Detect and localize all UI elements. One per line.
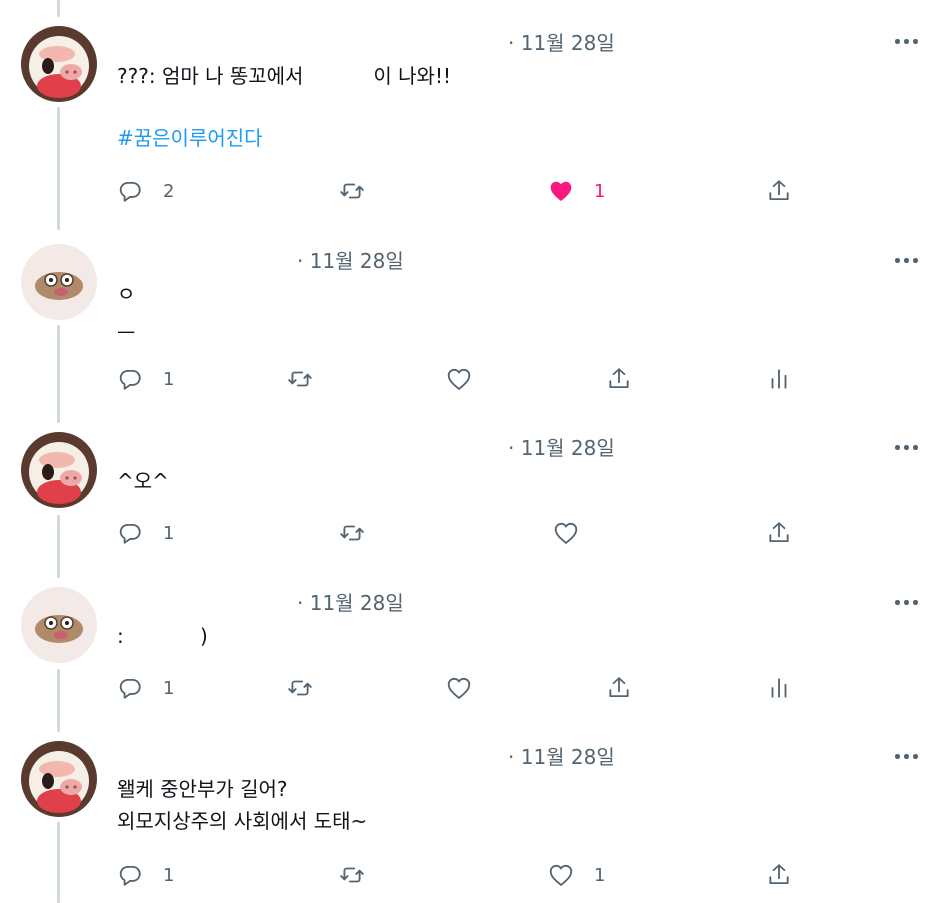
avatar[interactable] <box>21 741 97 817</box>
analytics-button[interactable] <box>766 673 792 703</box>
analytics-icon <box>771 678 787 698</box>
like-button[interactable]: 1 <box>548 176 605 206</box>
like-icon <box>447 368 471 391</box>
avatar[interactable] <box>21 432 97 508</box>
tweet-text: 외모지상주의 사회에서 도태~ <box>117 809 368 833</box>
hashtag-link[interactable]: #꿈은이루어진다 <box>117 123 263 153</box>
retweet-icon <box>340 867 364 883</box>
more-icon <box>895 445 900 450</box>
more-icon <box>895 754 900 759</box>
tweet-text: ㅡ <box>117 321 136 345</box>
tweet-text: : ) <box>117 624 208 648</box>
share-button[interactable] <box>606 364 632 394</box>
reply-icon <box>119 181 141 202</box>
like-count: 1 <box>594 864 606 886</box>
thread-line <box>57 669 60 732</box>
thread-line <box>57 107 60 230</box>
more-button[interactable] <box>895 746 921 766</box>
retweet-icon <box>288 371 312 387</box>
share-button[interactable] <box>766 860 792 890</box>
tweet-date[interactable]: · 11월 28일 <box>297 245 404 274</box>
reply-button[interactable]: 1 <box>117 518 174 548</box>
share-icon <box>609 677 629 698</box>
reply-icon <box>119 678 141 699</box>
reply-button[interactable]: 1 <box>117 673 174 703</box>
reply-count: 1 <box>163 522 175 544</box>
tweet-text: ^오^ <box>117 469 169 493</box>
share-button[interactable] <box>766 518 792 548</box>
like-icon <box>447 677 471 700</box>
like-button[interactable]: 1 <box>548 860 605 890</box>
reply-button[interactable]: 1 <box>117 860 174 890</box>
more-button[interactable] <box>895 250 921 270</box>
retweet-icon <box>340 525 364 541</box>
share-icon <box>769 864 789 885</box>
avatar[interactable] <box>21 26 97 102</box>
thread-line <box>57 325 60 423</box>
avatar[interactable] <box>21 244 97 320</box>
like-icon <box>549 864 573 887</box>
more-button[interactable] <box>895 31 921 51</box>
reply-count: 1 <box>163 677 175 699</box>
reply-count: 1 <box>163 368 175 390</box>
like-icon <box>550 181 572 201</box>
reply-icon <box>119 369 141 390</box>
like-count: 1 <box>594 180 606 202</box>
reply-icon <box>119 523 141 544</box>
like-icon <box>554 522 578 545</box>
tweet-date[interactable]: · 11월 28일 <box>508 741 615 770</box>
more-button[interactable] <box>895 592 921 612</box>
tweet-text: ㅇ <box>117 282 136 306</box>
tweet-text: 왤케 중안부가 길어? <box>117 777 288 801</box>
retweet-button[interactable] <box>287 364 313 394</box>
retweet-icon <box>340 183 364 199</box>
like-button[interactable] <box>446 364 472 394</box>
reply-icon <box>119 865 141 886</box>
tweet-date[interactable]: · 11월 28일 <box>297 587 404 616</box>
analytics-icon <box>771 369 787 389</box>
more-button[interactable] <box>895 437 921 457</box>
reply-button[interactable]: 1 <box>117 364 174 394</box>
retweet-button[interactable] <box>287 673 313 703</box>
retweet-button[interactable] <box>339 860 365 890</box>
avatar[interactable] <box>21 587 97 663</box>
share-button[interactable] <box>606 673 632 703</box>
tweet-date[interactable]: · 11월 28일 <box>508 27 615 56</box>
reply-count: 2 <box>163 180 175 202</box>
thread-line <box>57 822 60 903</box>
like-button[interactable] <box>446 673 472 703</box>
thread-line <box>57 515 60 578</box>
more-icon <box>895 258 900 263</box>
reply-button[interactable]: 2 <box>117 176 174 206</box>
share-icon <box>769 180 789 201</box>
like-button[interactable] <box>553 518 579 548</box>
thread-line <box>57 0 60 17</box>
retweet-button[interactable] <box>339 518 365 548</box>
share-icon <box>609 368 629 389</box>
retweet-icon <box>288 680 312 696</box>
reply-count: 1 <box>163 864 175 886</box>
share-button[interactable] <box>766 176 792 206</box>
retweet-button[interactable] <box>339 176 365 206</box>
tweet-text: ???: 엄마 나 똥꼬에서 이 나와!! <box>117 64 451 88</box>
analytics-button[interactable] <box>766 364 792 394</box>
tweet-date[interactable]: · 11월 28일 <box>508 432 615 461</box>
more-icon <box>895 39 900 44</box>
share-icon <box>769 522 789 543</box>
more-icon <box>895 600 900 605</box>
